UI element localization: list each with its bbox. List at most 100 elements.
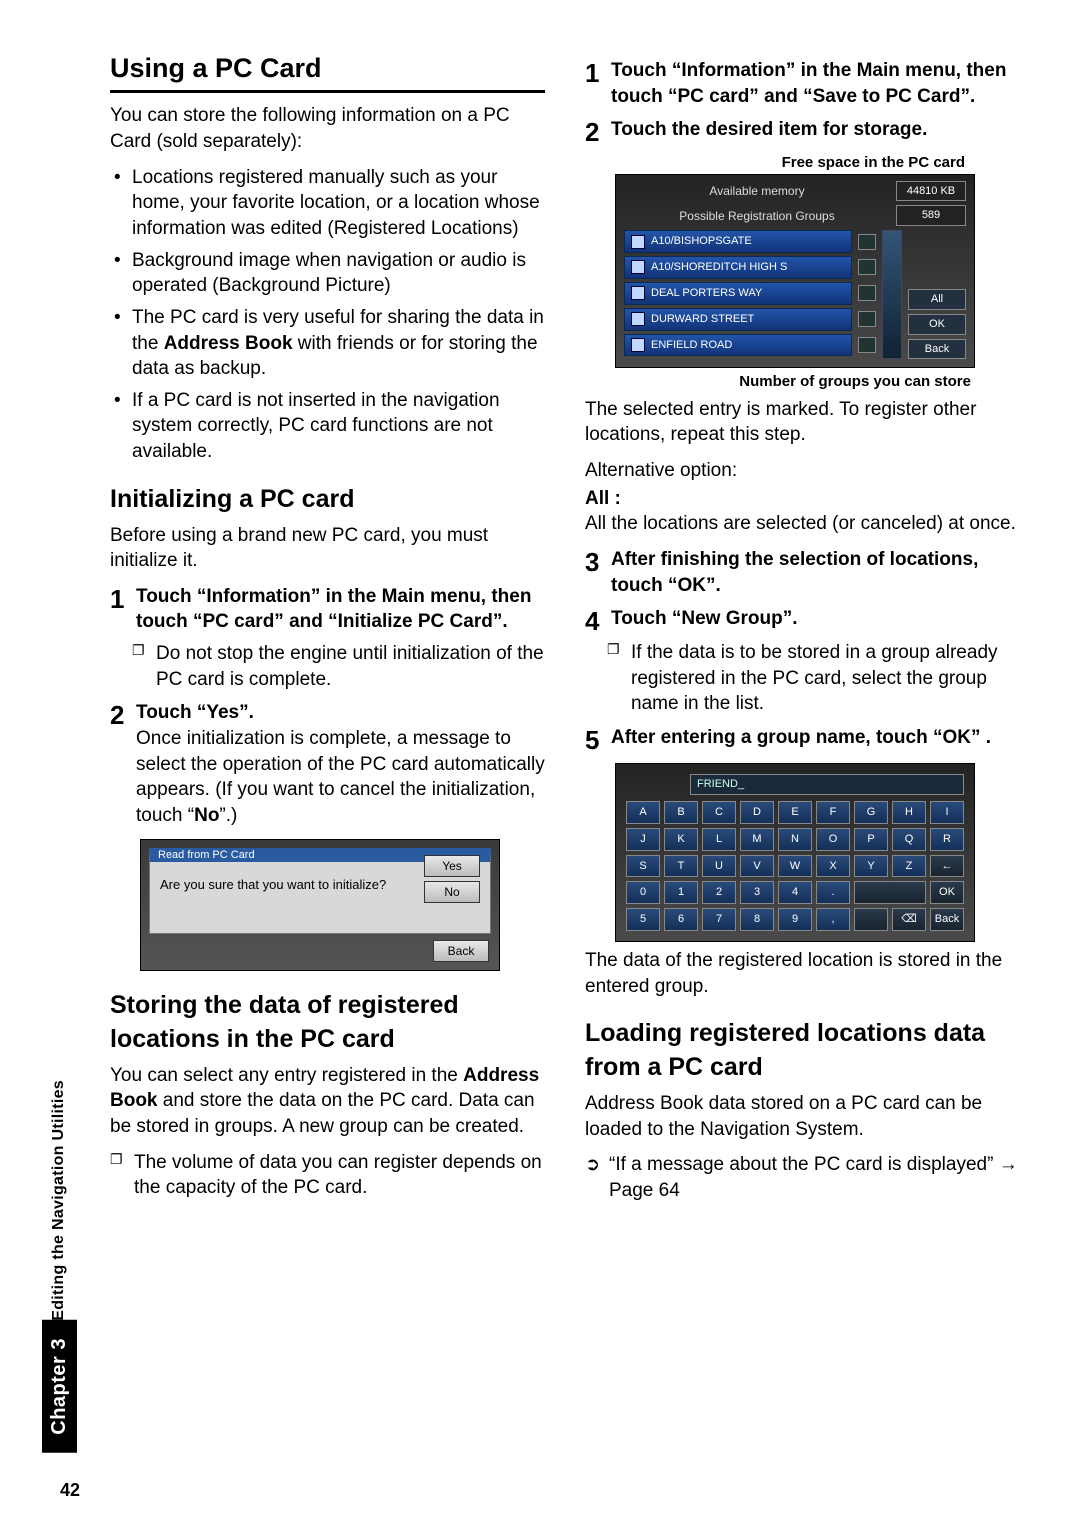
heading-initializing: Initializing a PC card [110,483,545,517]
key[interactable]: 2 [702,881,736,904]
location-label: A10/BISHOPSGATE [651,234,752,249]
step-2: 2 Touch “Yes”. Once initialization is co… [110,700,545,828]
key[interactable]: E [778,801,812,824]
intro-text: You can store the following information … [110,103,545,154]
key[interactable]: 3 [740,881,774,904]
key[interactable]: B [664,801,698,824]
step-text: Touch “New Group”. [611,608,797,629]
key[interactable]: 4 [778,881,812,904]
key[interactable]: V [740,855,774,878]
location-row[interactable]: DEAL PORTERS WAY [624,282,852,305]
figure-initialize-dialog: Read from PC Card Are you sure that you … [140,839,500,972]
back-button[interactable]: Back [433,940,489,962]
key[interactable]: S [626,855,660,878]
key[interactable]: 9 [778,908,812,931]
key[interactable]: G [854,801,888,824]
key-ok[interactable]: OK [930,881,964,904]
key[interactable]: R [930,828,964,851]
key[interactable]: H [892,801,926,824]
key[interactable]: 5 [626,908,660,931]
paragraph: All the locations are selected (or cance… [585,511,1020,537]
location-row[interactable]: A10/SHOREDITCH HIGH S [624,256,852,279]
key[interactable]: L [702,828,736,851]
init-text: Before using a brand new PC card, you mu… [110,523,545,574]
bullet-item: Background image when navigation or audi… [132,248,545,299]
step-number: 1 [585,58,611,109]
key[interactable]: U [702,855,736,878]
checkbox[interactable] [858,311,876,327]
step-2: 2 Touch the desired item for storage. [585,117,1020,145]
key[interactable]: 8 [740,908,774,931]
location-icon [631,260,645,274]
key[interactable]: 6 [664,908,698,931]
text-seg: You can select any entry registered in t… [110,1065,463,1086]
key[interactable]: 1 [664,881,698,904]
note-list: The volume of data you can register depe… [110,1150,545,1201]
step-text: Touch “Information” in the Main menu, th… [136,586,531,633]
key[interactable]: Y [854,855,888,878]
checkbox[interactable] [858,259,876,275]
right-column: 1 Touch “Information” in the Main menu, … [585,50,1020,1209]
key[interactable]: Q [892,828,926,851]
key[interactable]: J [626,828,660,851]
step-text: Touch the desired item for storage. [611,119,927,140]
side-tab: Editing the Navigation Utilities Chapter… [24,0,94,1493]
location-icon [631,338,645,352]
ok-button[interactable]: OK [908,314,966,335]
paragraph: Alternative option: [585,458,1020,484]
location-icon [631,312,645,326]
no-button[interactable]: No [424,881,480,903]
step-text: After entering a group name, touch “OK” … [611,727,991,748]
step-number: 5 [585,725,611,753]
step-5: 5 After entering a group name, touch “OK… [585,725,1020,753]
yes-button[interactable]: Yes [424,855,480,877]
key[interactable]: I [930,801,964,824]
dialog-box: Read from PC Card Are you sure that you … [149,848,491,935]
location-label: DEAL PORTERS WAY [651,286,762,301]
key-backspace[interactable]: ⌫ [892,908,926,931]
key-shift[interactable]: ← [930,855,964,878]
key[interactable]: A [626,801,660,824]
key[interactable]: , [816,908,850,931]
checkbox[interactable] [858,234,876,250]
scrollbar[interactable] [882,230,902,359]
key[interactable]: F [816,801,850,824]
paragraph: The selected entry is marked. To registe… [585,397,1020,448]
key-back[interactable]: Back [930,908,964,931]
key[interactable]: T [664,855,698,878]
note-item: The volume of data you can register depe… [134,1150,545,1201]
step-number: 1 [110,584,136,635]
key[interactable]: M [740,828,774,851]
location-row[interactable]: A10/BISHOPSGATE [624,230,852,253]
key[interactable]: C [702,801,736,824]
key[interactable]: Z [892,855,926,878]
heading-loading: Loading registered locations data from a… [585,1017,1020,1085]
note-list: If the data is to be stored in a group a… [585,640,1020,717]
label-free-space: Free space in the PC card [615,153,975,173]
location-row[interactable]: DURWARD STREET [624,308,852,331]
onscreen-keyboard: A B C D E F G H I J K L M N O [626,801,964,931]
group-name-input[interactable]: FRIEND_ [690,774,964,795]
text-seg: ”.) [219,805,237,826]
bullet-item: If a PC card is not inserted in the navi… [132,388,545,465]
all-button[interactable]: All [908,289,966,310]
key[interactable]: . [816,881,850,904]
checkbox[interactable] [858,285,876,301]
step-number: 3 [585,547,611,598]
side-utilities-label: Editing the Navigation Utilities [50,1080,68,1321]
key[interactable]: O [816,828,850,851]
key[interactable]: 0 [626,881,660,904]
key[interactable]: N [778,828,812,851]
page-number: 42 [60,1480,80,1501]
dialog-title: Read from PC Card [158,848,255,862]
checkbox[interactable] [858,337,876,353]
key[interactable]: D [740,801,774,824]
key[interactable]: K [664,828,698,851]
heading-storing-data: Storing the data of registered locations… [110,989,545,1057]
key[interactable]: P [854,828,888,851]
key[interactable]: X [816,855,850,878]
back-button[interactable]: Back [908,339,966,360]
key[interactable]: W [778,855,812,878]
location-row[interactable]: ENFIELD ROAD [624,334,852,357]
key[interactable]: 7 [702,908,736,931]
